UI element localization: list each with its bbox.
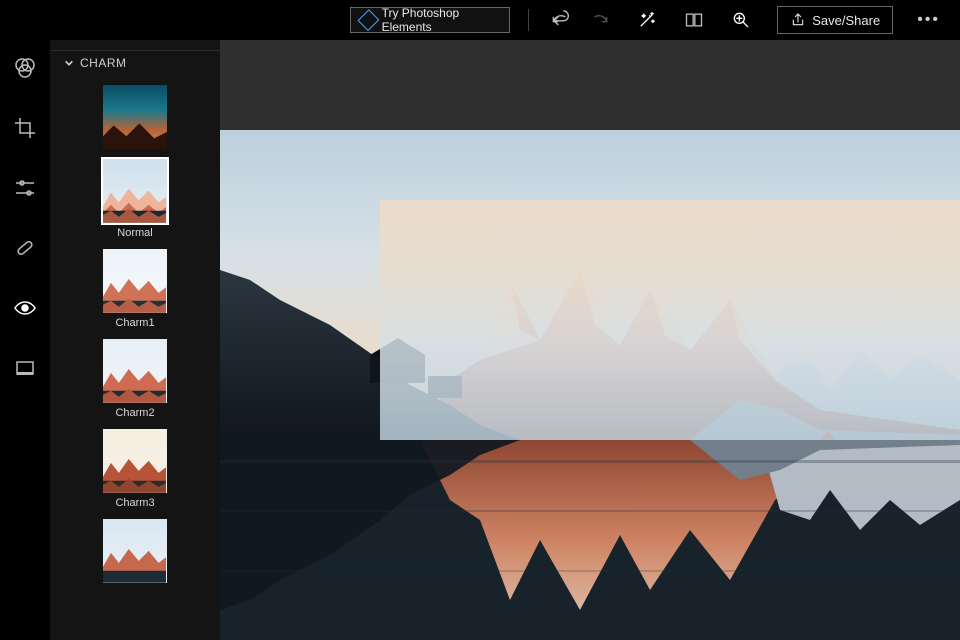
look-item-charm-preview[interactable] bbox=[101, 85, 169, 149]
crop-icon bbox=[13, 116, 37, 140]
separator bbox=[528, 9, 529, 31]
image-stage bbox=[220, 40, 960, 640]
undo-icon bbox=[550, 10, 570, 30]
app-root: Try Photoshop Elements Save/Share ••• bbox=[0, 0, 960, 640]
look-item-charm4[interactable] bbox=[101, 519, 169, 583]
tool-looks[interactable] bbox=[11, 54, 39, 82]
bandaid-icon bbox=[13, 236, 37, 260]
magic-wand-icon bbox=[637, 10, 657, 30]
redo-button[interactable] bbox=[587, 6, 612, 34]
redo-icon bbox=[590, 10, 610, 30]
photoshop-elements-icon bbox=[357, 9, 379, 31]
eye-icon bbox=[13, 296, 37, 320]
look-label: Charm2 bbox=[115, 407, 154, 419]
chevron-down-icon bbox=[64, 58, 74, 68]
frame-icon bbox=[13, 356, 37, 380]
photo-content bbox=[220, 130, 960, 640]
look-label: Charm3 bbox=[115, 497, 154, 509]
tool-rail bbox=[0, 40, 50, 640]
compare-icon bbox=[684, 10, 704, 30]
tool-adjust[interactable] bbox=[11, 174, 39, 202]
look-label: Normal bbox=[117, 227, 152, 239]
tool-heal[interactable] bbox=[11, 234, 39, 262]
look-item-charm3[interactable]: Charm3 bbox=[101, 429, 169, 509]
tool-border[interactable] bbox=[11, 354, 39, 382]
save-share-button[interactable]: Save/Share bbox=[777, 6, 893, 34]
stage-padding-top bbox=[220, 40, 960, 130]
category-header-charm[interactable]: CHARM bbox=[50, 50, 220, 75]
auto-enhance-button[interactable] bbox=[634, 6, 659, 34]
sliders-icon bbox=[13, 176, 37, 200]
image-canvas[interactable] bbox=[220, 130, 960, 640]
looks-panel[interactable]: CHARM Normal bbox=[50, 40, 220, 640]
look-item-charm1[interactable]: Charm1 bbox=[101, 249, 169, 329]
look-label: Charm1 bbox=[115, 317, 154, 329]
try-photoshop-elements-button[interactable]: Try Photoshop Elements bbox=[350, 7, 510, 33]
looks-icon bbox=[13, 56, 37, 80]
category-label: CHARM bbox=[80, 56, 127, 70]
zoom-in-icon bbox=[731, 10, 751, 30]
tool-crop[interactable] bbox=[11, 114, 39, 142]
share-icon bbox=[790, 12, 806, 28]
save-button-label: Save/Share bbox=[812, 13, 880, 28]
try-button-label: Try Photoshop Elements bbox=[382, 6, 500, 34]
tool-redeye[interactable] bbox=[11, 294, 39, 322]
looks-list: Normal Charm1 Char bbox=[50, 75, 220, 593]
undo-button[interactable] bbox=[547, 6, 572, 34]
overflow-menu-button[interactable]: ••• bbox=[917, 11, 940, 29]
main-area: CHARM Normal bbox=[0, 40, 960, 640]
look-item-charm2[interactable]: Charm2 bbox=[101, 339, 169, 419]
topbar: Try Photoshop Elements Save/Share ••• bbox=[0, 0, 960, 40]
zoom-button[interactable] bbox=[728, 6, 753, 34]
look-item-normal[interactable]: Normal bbox=[101, 159, 169, 239]
more-icon: ••• bbox=[917, 11, 940, 28]
compare-button[interactable] bbox=[681, 6, 706, 34]
looks-category: CHARM Normal bbox=[50, 40, 220, 597]
